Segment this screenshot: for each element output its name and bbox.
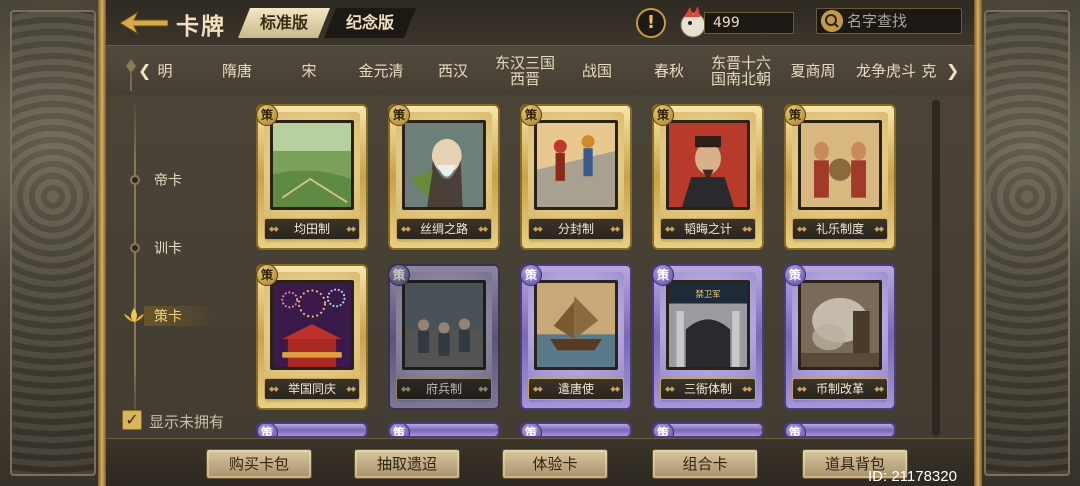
era-tab-longzhenghudou[interactable]: 龙争虎斗 bbox=[849, 47, 923, 95]
strategy-badge-icon: 策 bbox=[652, 104, 674, 126]
strategy-card[interactable]: 策丝绸之路 bbox=[388, 104, 500, 250]
trial-card-button[interactable]: 体验卡 bbox=[502, 449, 608, 479]
card-art bbox=[270, 280, 354, 370]
card-art bbox=[798, 120, 882, 210]
era-tab-chunqiu[interactable]: 春秋 bbox=[633, 47, 705, 95]
strategy-card[interactable]: 策遣唐使 bbox=[520, 264, 632, 410]
tab-standard-version[interactable]: 标准版 bbox=[238, 8, 330, 38]
card-name: 礼乐制度 bbox=[792, 218, 888, 240]
strategy-card[interactable]: 策礼乐制度 bbox=[784, 104, 896, 250]
era-tab-suitang[interactable]: 隋唐 bbox=[201, 47, 273, 95]
currency-amount: 499 bbox=[704, 12, 794, 34]
card-name: 韬晦之计 bbox=[660, 218, 756, 240]
strategy-card[interactable]: 策分封制 bbox=[520, 104, 632, 250]
strategy-card-partial[interactable]: 策 bbox=[256, 422, 368, 438]
strategy-card[interactable]: 策府兵制 bbox=[388, 264, 500, 410]
right-gold-rail bbox=[974, 0, 982, 486]
search-icon[interactable] bbox=[821, 10, 843, 32]
strategy-card[interactable]: 禁卫军 策三衙体制 bbox=[652, 264, 764, 410]
strategy-badge-icon: 策 bbox=[520, 264, 542, 286]
buy-pack-button[interactable]: 购买卡包 bbox=[206, 449, 312, 479]
strategy-card-partial[interactable]: 策 bbox=[388, 422, 500, 438]
strategy-card-partial[interactable]: 策 bbox=[520, 422, 632, 438]
era-tab-song[interactable]: 宋 bbox=[273, 47, 345, 95]
card-art bbox=[798, 280, 882, 370]
strategy-badge-icon: 策 bbox=[784, 264, 806, 286]
page-title: 卡牌 bbox=[176, 14, 226, 40]
strategy-card[interactable]: 策韬晦之计 bbox=[652, 104, 764, 250]
search-box bbox=[816, 8, 962, 34]
card-name: 三衙体制 bbox=[660, 378, 756, 400]
left-dragon-panel bbox=[0, 0, 106, 486]
card-art bbox=[270, 120, 354, 210]
card-collection-panel: 卡牌 标准版 纪念版 ! 499 ❮ 明 bbox=[106, 0, 974, 486]
strategy-card[interactable]: 策均田制 bbox=[256, 104, 368, 250]
lotus-icon bbox=[124, 308, 144, 322]
strategy-badge-icon: 策 bbox=[786, 424, 806, 436]
checkmark-icon[interactable]: ✓ bbox=[122, 410, 142, 430]
strategy-badge-icon: 策 bbox=[256, 104, 278, 126]
card-art bbox=[534, 120, 618, 210]
category-rail bbox=[134, 98, 136, 428]
category-label: 训卡 bbox=[154, 241, 182, 257]
category-dot bbox=[130, 243, 140, 253]
card-name: 遣唐使 bbox=[528, 378, 624, 400]
search-input[interactable] bbox=[847, 10, 957, 32]
strategy-card[interactable]: 策币制改革 bbox=[784, 264, 896, 410]
card-art bbox=[402, 120, 486, 210]
strategy-badge-icon: 策 bbox=[258, 424, 278, 436]
era-tab-donghan[interactable]: 东汉三国 西晋 bbox=[489, 47, 561, 95]
era-next-arrow-icon[interactable]: ❯ bbox=[946, 61, 959, 80]
era-tab-jinyuanqing[interactable]: 金元清 bbox=[345, 47, 417, 95]
back-arrow-icon[interactable] bbox=[120, 10, 168, 36]
top-bar: 卡牌 标准版 纪念版 ! 499 bbox=[106, 0, 974, 46]
card-name: 丝绸之路 bbox=[396, 218, 492, 240]
era-tab-zhanguo[interactable]: 战国 bbox=[561, 47, 633, 95]
svg-text:禁卫军: 禁卫军 bbox=[695, 289, 720, 299]
strategy-badge-icon: 策 bbox=[784, 104, 806, 126]
card-name: 府兵制 bbox=[396, 378, 492, 400]
scrollbar[interactable] bbox=[932, 100, 940, 436]
alert-icon[interactable]: ! bbox=[636, 8, 666, 38]
category-label: 帝卡 bbox=[154, 173, 182, 189]
strategy-badge-icon: 策 bbox=[654, 424, 674, 436]
card-name: 币制改革 bbox=[792, 378, 888, 400]
era-tab-xihan[interactable]: 西汉 bbox=[417, 47, 489, 95]
strategy-badge-icon: 策 bbox=[520, 104, 542, 126]
strategy-card-partial[interactable]: 策 bbox=[784, 422, 896, 438]
combo-card-button[interactable]: 组合卡 bbox=[652, 449, 758, 479]
player-id: ID: 21178320 bbox=[868, 468, 957, 485]
strategy-badge-icon: 策 bbox=[256, 264, 278, 286]
strategy-badge-icon: 策 bbox=[652, 264, 674, 286]
strategy-card[interactable]: 策举国同庆 bbox=[256, 264, 368, 410]
category-label: 策卡 bbox=[154, 309, 182, 325]
strategy-badge-icon: 策 bbox=[390, 424, 410, 436]
era-tab-ming[interactable]: 明 bbox=[129, 47, 201, 95]
card-art bbox=[666, 120, 750, 210]
strategy-badge-icon: 策 bbox=[522, 424, 542, 436]
card-name: 分封制 bbox=[528, 218, 624, 240]
strategy-badge-icon: 策 bbox=[388, 264, 410, 286]
bottom-action-bar: 购买卡包 抽取遗迢 体验卡 组合卡 道具背包 bbox=[106, 438, 974, 486]
strategy-card-partial[interactable]: 策 bbox=[652, 422, 764, 438]
card-name: 举国同庆 bbox=[264, 378, 360, 400]
show-unowned-label: 显示未拥有 bbox=[149, 413, 225, 431]
era-tab-dongjin[interactable]: 东晋十六 国南北朝 bbox=[705, 47, 777, 95]
category-dot bbox=[130, 175, 140, 185]
version-tabs: 标准版 纪念版 bbox=[238, 8, 416, 38]
left-gold-rail bbox=[98, 0, 106, 486]
card-name: 均田制 bbox=[264, 218, 360, 240]
right-dragon-panel bbox=[974, 0, 1080, 486]
card-art: 禁卫军 bbox=[666, 280, 750, 370]
draw-relic-button[interactable]: 抽取遗迢 bbox=[354, 449, 460, 479]
tab-commemorative-version[interactable]: 纪念版 bbox=[324, 8, 416, 38]
era-tab-xiashangzhou[interactable]: 夏商周 bbox=[777, 47, 849, 95]
era-tab-bar: ❮ 明 隋唐 宋 金元清 西汉 东汉三国 西晋 战国 春秋 东晋十六 国南北朝 … bbox=[106, 47, 974, 95]
era-tab-ke[interactable]: 克 bbox=[914, 47, 944, 95]
currency-display: 499 bbox=[678, 5, 796, 39]
strategy-badge-icon: 策 bbox=[388, 104, 410, 126]
card-art bbox=[402, 280, 486, 370]
card-art bbox=[534, 280, 618, 370]
